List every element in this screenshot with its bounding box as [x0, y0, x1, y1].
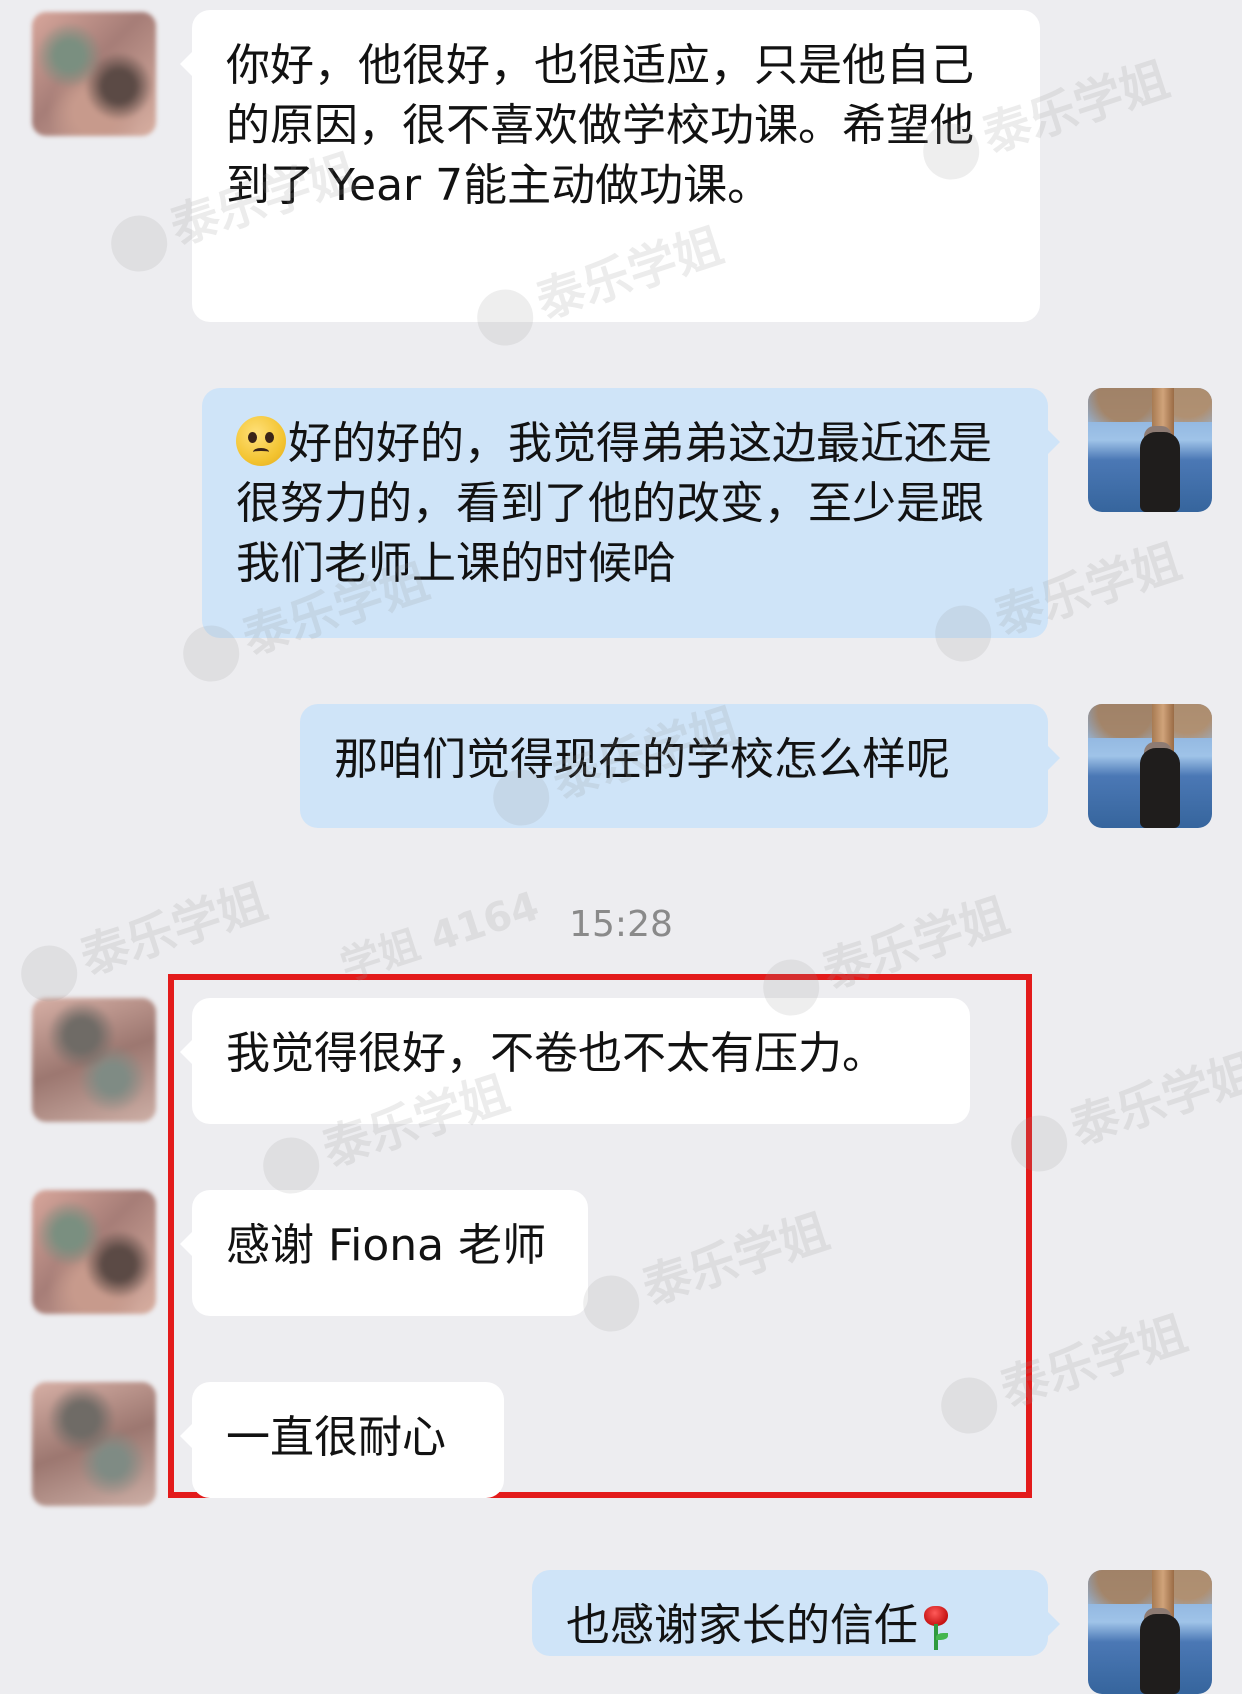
contact-avatar[interactable]: [32, 998, 156, 1122]
message-bubble-outgoing[interactable]: 也感谢家长的信任: [532, 1570, 1060, 1656]
message-text: 那咱们觉得现在的学校怎么样呢: [334, 734, 950, 785]
contact-avatar[interactable]: [32, 1382, 156, 1506]
message-bubble-incoming[interactable]: 我觉得很好，不卷也不太有压力。: [180, 998, 970, 1124]
message-text: 感谢 Fiona 老师: [226, 1220, 547, 1271]
message-text: 你好，他很好，也很适应，只是他自己的原因，很不喜欢做学校功课。希望他到了 Yea…: [226, 40, 974, 211]
message-bubble-incoming[interactable]: 你好，他很好，也很适应，只是他自己的原因，很不喜欢做学校功课。希望他到了 Yea…: [180, 10, 1040, 322]
message-text: 我觉得很好，不卷也不太有压力。: [226, 1028, 886, 1079]
user-avatar[interactable]: [1088, 1570, 1212, 1694]
avatar-leaves: [1088, 388, 1212, 422]
avatar-leaves: [1088, 1570, 1212, 1604]
message-bubble-outgoing[interactable]: 那咱们觉得现在的学校怎么样呢: [300, 704, 1060, 828]
watermark: 泰乐学姐: [999, 1032, 1242, 1179]
avatar-person: [1140, 432, 1180, 512]
message-timestamp: 15:28: [569, 904, 673, 945]
avatar-person: [1140, 748, 1180, 828]
message-bubble-outgoing[interactable]: 好的好的，我觉得弟弟这边最近还是很努力的，看到了他的改变，至少是跟我们老师上课的…: [202, 388, 1060, 638]
message-text: 也感谢家长的信任: [566, 1600, 918, 1651]
contact-avatar[interactable]: [32, 1190, 156, 1314]
user-avatar[interactable]: [1088, 388, 1212, 512]
contact-avatar[interactable]: [32, 12, 156, 136]
message-text: 好的好的，我觉得弟弟这边最近还是很努力的，看到了他的改变，至少是跟我们老师上课的…: [236, 418, 992, 589]
message-bubble-incoming[interactable]: 感谢 Fiona 老师: [180, 1190, 588, 1316]
avatar-leaves: [1088, 704, 1212, 738]
avatar-person: [1140, 1614, 1180, 1694]
message-text: 一直很耐心: [226, 1412, 446, 1463]
message-bubble-incoming[interactable]: 一直很耐心: [180, 1382, 504, 1498]
pleading-face-emoji-icon: [236, 416, 286, 466]
user-avatar[interactable]: [1088, 704, 1212, 828]
chat-window: 你好，他很好，也很适应，只是他自己的原因，很不喜欢做学校功课。希望他到了 Yea…: [0, 0, 1242, 1694]
watermark-logo-icon: [103, 208, 175, 279]
rose-emoji-icon: [922, 1604, 950, 1650]
